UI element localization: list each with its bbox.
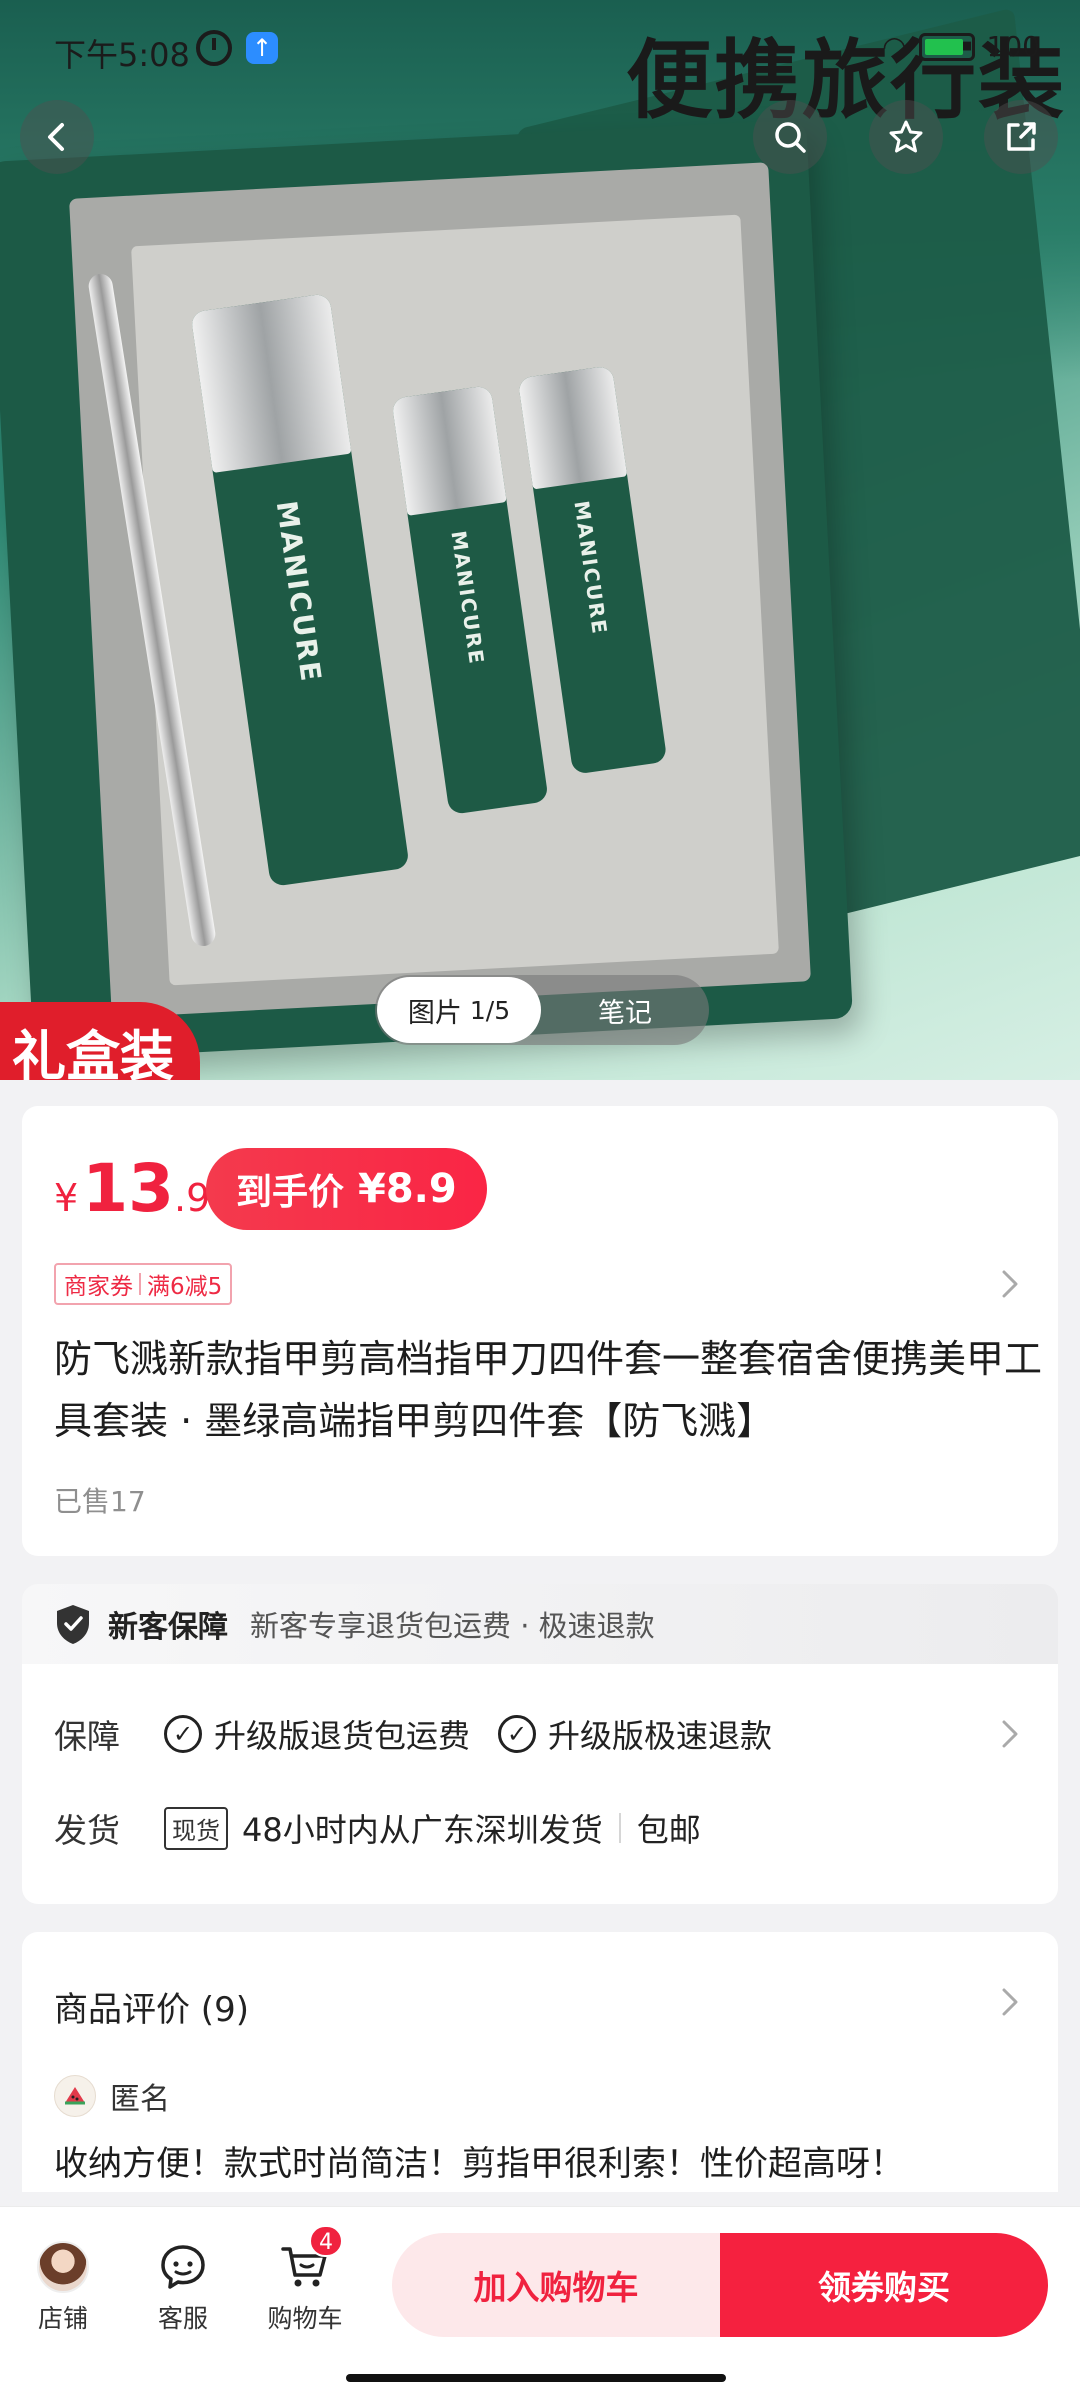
share-button[interactable]: [984, 100, 1058, 174]
price-decimal: .9: [174, 1176, 211, 1220]
shop-button[interactable]: 店铺: [13, 2241, 113, 2335]
final-price-badge: 到手价 ¥8.9: [206, 1148, 487, 1230]
share-icon: [1007, 122, 1036, 151]
back-icon: [48, 123, 64, 151]
guarantee-item: ✓ 升级版极速退款: [498, 1711, 772, 1757]
service-card: 保障 ✓ 升级版退货包运费 ✓ 升级版极速退款 发货 现货 48小时内从广东深圳…: [22, 1664, 1058, 1904]
upload-icon: ↑: [246, 32, 278, 64]
coupon-row[interactable]: 商家券 满6减5: [54, 1262, 1026, 1306]
chevron-right-icon: [1002, 1988, 1018, 2016]
cart-button[interactable]: 4 购物车: [255, 2225, 355, 2335]
clipper-print: MANICURE: [569, 499, 613, 637]
guarantee-item: ✓ 升级版退货包运费: [164, 1711, 470, 1757]
status-bar: 下午5:08 ↑ ◠ 100: [0, 0, 1080, 96]
home-indicator[interactable]: [346, 2374, 726, 2382]
price-symbol: ¥: [54, 1176, 79, 1220]
image-counter: 1/5: [469, 995, 511, 1025]
review-header: 商品评价 (9): [54, 1990, 249, 2030]
gift-box-tag: 礼盒装: [0, 1002, 200, 1080]
stock-tag: 现货: [164, 1806, 228, 1850]
price-card: ¥ 13 .9 到手价 ¥8.9 商家券 满6减5 防飞溅新款指甲剪高档指甲刀四…: [22, 1106, 1058, 1556]
avatar: [54, 2075, 96, 2117]
status-time: 下午5:08: [54, 36, 190, 74]
clipper-print: MANICURE: [269, 498, 328, 685]
shipping-label: 发货: [54, 1811, 120, 1850]
sold-count: 已售17: [54, 1485, 146, 1518]
guarantee-label: 保障: [54, 1717, 120, 1756]
clipper-print: MANICURE: [446, 529, 490, 667]
review-card[interactable]: 商品评价 (9) 匿名 收纳方便！款式时尚简洁！剪指甲很利索！性价超高呀！: [22, 1932, 1058, 2192]
shipping-row: 发货 现货 48小时内从广东深圳发货 包邮: [54, 1798, 1026, 1858]
coupon-label: 商家券: [64, 1274, 133, 1300]
guarantee-subtitle: 新客专享退货包运费 · 极速退款: [250, 1609, 655, 1643]
watermelon-icon: [65, 2087, 85, 2105]
shop-avatar: [37, 2241, 89, 2293]
check-circle-icon: ✓: [164, 1715, 202, 1753]
guarantee-item-text: 升级版退货包运费: [214, 1717, 471, 1755]
battery-level: 100: [986, 30, 1040, 63]
price-integer: 13: [82, 1150, 175, 1227]
battery-icon: [918, 32, 975, 61]
alarm-icon: [196, 30, 232, 66]
guarantee-item-text: 升级版极速退款: [548, 1717, 773, 1755]
star-icon: [889, 120, 923, 153]
guarantee-row[interactable]: 保障 ✓ 升级版退货包运费 ✓ 升级版极速退款: [54, 1704, 1026, 1764]
check-circle-icon: ✓: [498, 1715, 537, 1753]
final-price-amount: ¥8.9: [358, 1166, 457, 1212]
search-icon: [775, 122, 806, 153]
divider: [618, 1813, 621, 1843]
coupon-rule: 满6减5: [147, 1274, 223, 1300]
customer-service-button[interactable]: 客服: [133, 2241, 233, 2335]
chevron-right-icon: [1002, 1720, 1018, 1748]
shop-label: 店铺: [37, 2304, 88, 2333]
tab-notes[interactable]: 笔记: [541, 991, 709, 1030]
cart-count-badge: 4: [309, 2225, 343, 2257]
coupon-tag: 商家券 满6减5: [54, 1263, 233, 1305]
search-button[interactable]: [753, 100, 827, 174]
review-text: 收纳方便！款式时尚简洁！剪指甲很利索！性价超高呀！: [54, 2144, 904, 2184]
review-user: 匿名: [54, 2074, 170, 2118]
tab-pictures-label: 图片: [407, 997, 462, 1029]
product-title: 防飞溅新款指甲剪高档指甲刀四件套一整套宿舍便携美甲工具套装 · 墨绿高端指甲剪四…: [54, 1337, 1043, 1443]
guarantee-title: 新客保障: [108, 1610, 228, 1645]
new-customer-guarantee: 新客保障 新客专享退货包运费 · 极速退款: [22, 1584, 1058, 1664]
service-label: 客服: [157, 2304, 208, 2333]
wifi-icon: ◠: [882, 30, 907, 63]
cart-label: 购物车: [267, 2304, 343, 2333]
media-toggle: 图片 1/5 笔记: [375, 975, 709, 1045]
review-username: 匿名: [110, 2082, 170, 2117]
shield-icon: [57, 1605, 89, 1644]
favorite-button[interactable]: [869, 100, 943, 174]
chat-icon: [161, 2245, 205, 2289]
final-price-label: 到手价: [236, 1172, 345, 1213]
buy-now-button[interactable]: 领券购买: [720, 2233, 1048, 2337]
price: ¥ 13 .9: [54, 1150, 210, 1227]
tab-pictures[interactable]: 图片 1/5: [377, 977, 541, 1043]
shipping-text: 48小时内从广东深圳发货: [242, 1811, 603, 1849]
free-shipping: 包邮: [636, 1811, 701, 1849]
status-right: ◠ 100: [882, 30, 1040, 63]
chevron-right-icon: [1002, 1270, 1018, 1298]
add-to-cart-button[interactable]: 加入购物车: [392, 2233, 720, 2337]
bottom-action-bar: 店铺 客服 4 购物车 加入购物车 领券购买: [0, 2206, 1080, 2400]
back-button[interactable]: [20, 100, 94, 174]
